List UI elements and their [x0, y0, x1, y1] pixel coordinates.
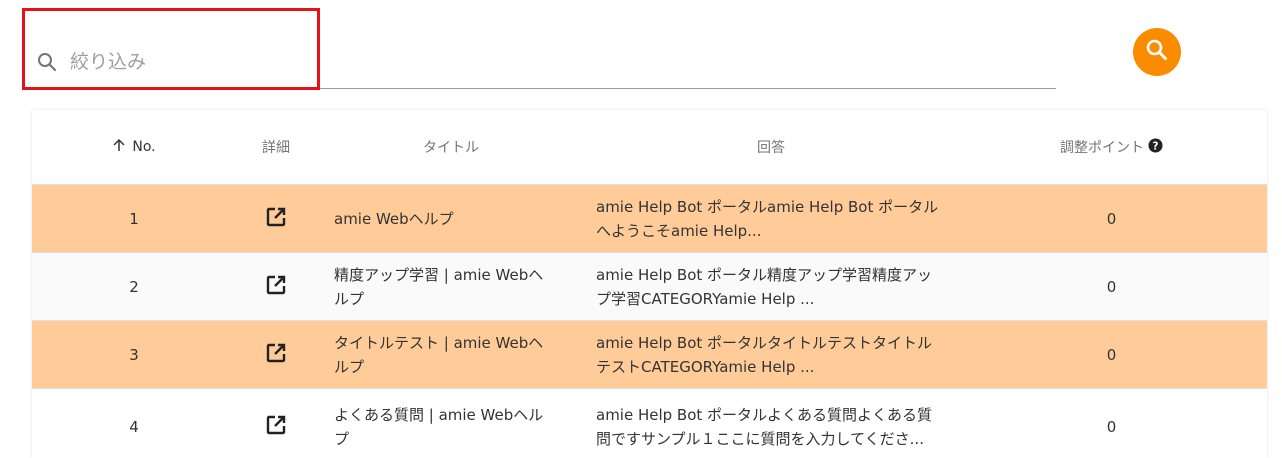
detail-cell	[236, 184, 316, 253]
answer-text: amie Help Bot ポータルよくある質問よくある質問ですサンプル１ここに…	[596, 406, 933, 448]
table-row[interactable]: 2 精度アップ学習 | amie Webヘルプ amie Help Bot ポー…	[32, 252, 1267, 321]
open-in-new-icon[interactable]	[265, 343, 287, 368]
header-no[interactable]: No.	[32, 110, 236, 185]
cell-no: 2	[32, 252, 236, 321]
header-title-label: タイトル	[423, 140, 479, 156]
header-answer[interactable]: 回答	[586, 110, 956, 185]
cell-points: 0	[956, 252, 1267, 321]
cell-points: 0	[956, 184, 1267, 253]
search-icon	[1144, 37, 1170, 67]
cell-answer: amie Help Bot ポータル精度アップ学習精度アップ学習CATEGORY…	[586, 252, 956, 321]
cell-points: 0	[956, 388, 1267, 458]
svg-text:?: ?	[1153, 140, 1159, 152]
question-circle-icon[interactable]: ?	[1148, 137, 1163, 157]
cell-title: よくある質問 | amie Webヘルプ	[316, 388, 586, 458]
cell-no: 1	[32, 184, 236, 253]
answer-text: amie Help Bot ポータルamie Help Bot ポータルへようこ…	[596, 197, 939, 240]
detail-cell	[236, 388, 316, 458]
table-row[interactable]: 4 よくある質問 | amie Webヘルプ amie Help Bot ポータ…	[32, 388, 1267, 458]
cell-answer: amie Help Bot ポータルタイトルテストタイトルテストCATEGORY…	[586, 320, 956, 389]
header-points[interactable]: 調整ポイント ?	[956, 110, 1267, 185]
cell-no: 4	[32, 388, 236, 458]
answer-text: amie Help Bot ポータルタイトルテストタイトルテストCATEGORY…	[596, 333, 933, 376]
title-text: 精度アップ学習 | amie Webヘルプ	[334, 265, 544, 308]
cell-title: タイトルテスト | amie Webヘルプ	[316, 320, 586, 389]
header-title[interactable]: タイトル	[316, 110, 586, 185]
cell-title: amie Webヘルプ	[316, 184, 586, 253]
table-row[interactable]: 3 タイトルテスト | amie Webヘルプ amie Help Bot ポー…	[32, 320, 1267, 389]
table-header-row: No. 詳細 タイトル 回答 調整ポイント ?	[32, 110, 1267, 185]
cell-answer: amie Help Bot ポータルamie Help Bot ポータルへようこ…	[586, 184, 956, 253]
cell-title: 精度アップ学習 | amie Webヘルプ	[316, 252, 586, 321]
cell-points: 0	[956, 320, 1267, 389]
detail-cell	[236, 252, 316, 321]
header-points-label: 調整ポイント	[1060, 140, 1144, 156]
title-text: よくある質問 | amie Webヘルプ	[334, 406, 544, 448]
search-input[interactable]	[70, 51, 970, 73]
open-in-new-icon[interactable]	[265, 207, 287, 232]
open-in-new-icon[interactable]	[265, 415, 287, 440]
header-detail: 詳細	[236, 110, 316, 185]
search-button[interactable]	[1133, 28, 1181, 76]
search-icon	[36, 51, 58, 73]
results-table: No. 詳細 タイトル 回答 調整ポイント ? 1 amie Webヘルプ am…	[32, 110, 1267, 458]
detail-cell	[236, 320, 316, 389]
arrow-up-icon	[112, 138, 126, 156]
table-row[interactable]: 1 amie Webヘルプ amie Help Bot ポータルamie Hel…	[32, 184, 1267, 253]
cell-no: 3	[32, 320, 236, 389]
header-answer-label: 回答	[757, 140, 785, 156]
title-text: タイトルテスト | amie Webヘルプ	[334, 333, 544, 376]
answer-text: amie Help Bot ポータル精度アップ学習精度アップ学習CATEGORY…	[596, 265, 933, 308]
cell-answer: amie Help Bot ポータルよくある質問よくある質問ですサンプル１ここに…	[586, 388, 956, 458]
title-text: amie Webヘルプ	[334, 209, 454, 228]
header-no-label: No.	[132, 139, 156, 155]
search-field[interactable]	[32, 36, 1056, 89]
open-in-new-icon[interactable]	[265, 275, 287, 300]
header-detail-label: 詳細	[262, 140, 290, 156]
